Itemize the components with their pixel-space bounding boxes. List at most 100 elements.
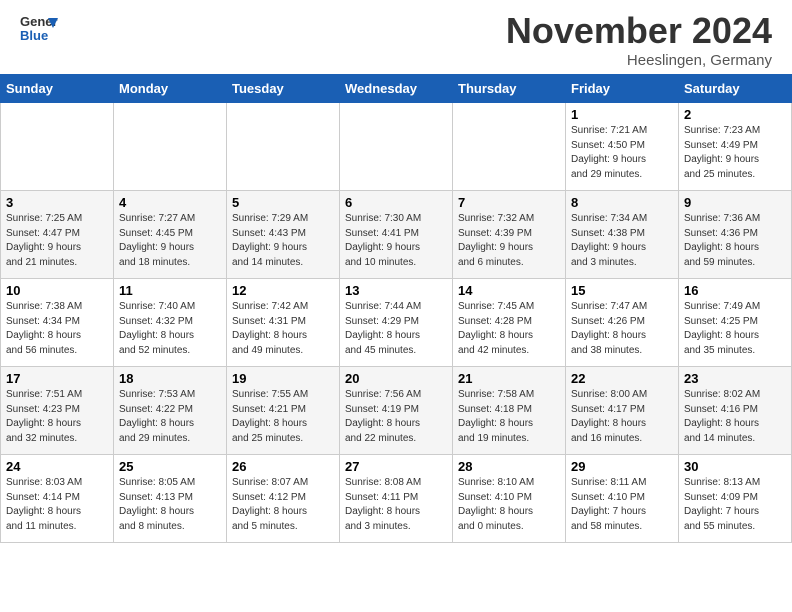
calendar-cell: 15 Sunrise: 7:47 AM Sunset: 4:26 PM Dayli…: [566, 279, 679, 367]
calendar-cell: 13 Sunrise: 7:44 AM Sunset: 4:29 PM Dayli…: [340, 279, 453, 367]
day-info: Sunrise: 8:03 AM Sunset: 4:14 PM Dayligh…: [6, 476, 108, 534]
weekday-header: Tuesday: [227, 75, 340, 103]
calendar-cell: 11 Sunrise: 7:40 AM Sunset: 4:32 PM Dayli…: [114, 279, 227, 367]
day-number: 29: [571, 459, 673, 474]
day-info: Sunrise: 7:47 AM Sunset: 4:26 PM Dayligh…: [571, 300, 673, 358]
weekday-header: Thursday: [453, 75, 566, 103]
day-info: Sunrise: 8:11 AM Sunset: 4:10 PM Dayligh…: [571, 476, 673, 534]
calendar-cell: 5 Sunrise: 7:29 AM Sunset: 4:43 PM Daylig…: [227, 191, 340, 279]
calendar-cell: 9 Sunrise: 7:36 AM Sunset: 4:36 PM Daylig…: [679, 191, 792, 279]
day-number: 25: [119, 459, 221, 474]
day-number: 22: [571, 371, 673, 386]
day-number: 8: [571, 195, 673, 210]
day-info: Sunrise: 7:51 AM Sunset: 4:23 PM Dayligh…: [6, 388, 108, 446]
day-number: 1: [571, 107, 673, 122]
day-info: Sunrise: 7:30 AM Sunset: 4:41 PM Dayligh…: [345, 212, 447, 270]
calendar-cell: [340, 103, 453, 191]
day-number: 18: [119, 371, 221, 386]
day-number: 16: [684, 283, 786, 298]
logo: General Blue: [20, 10, 58, 48]
calendar-cell: 24 Sunrise: 8:03 AM Sunset: 4:14 PM Dayli…: [1, 455, 114, 543]
day-info: Sunrise: 8:13 AM Sunset: 4:09 PM Dayligh…: [684, 476, 786, 534]
weekday-header: Friday: [566, 75, 679, 103]
svg-text:Blue: Blue: [20, 28, 48, 43]
day-info: Sunrise: 7:55 AM Sunset: 4:21 PM Dayligh…: [232, 388, 334, 446]
calendar-cell: 30 Sunrise: 8:13 AM Sunset: 4:09 PM Dayli…: [679, 455, 792, 543]
day-info: Sunrise: 7:36 AM Sunset: 4:36 PM Dayligh…: [684, 212, 786, 270]
weekday-header: Wednesday: [340, 75, 453, 103]
day-number: 2: [684, 107, 786, 122]
calendar-cell: 3 Sunrise: 7:25 AM Sunset: 4:47 PM Daylig…: [1, 191, 114, 279]
day-number: 3: [6, 195, 108, 210]
day-number: 28: [458, 459, 560, 474]
calendar-cell: 4 Sunrise: 7:27 AM Sunset: 4:45 PM Daylig…: [114, 191, 227, 279]
day-number: 6: [345, 195, 447, 210]
calendar-cell: 29 Sunrise: 8:11 AM Sunset: 4:10 PM Dayli…: [566, 455, 679, 543]
day-number: 4: [119, 195, 221, 210]
calendar-cell: 23Sunrise: 8:02 AM Sunset: 4:16 PM Dayli…: [679, 367, 792, 455]
day-info: Sunrise: 7:40 AM Sunset: 4:32 PM Dayligh…: [119, 300, 221, 358]
day-info: Sunrise: 7:53 AM Sunset: 4:22 PM Dayligh…: [119, 388, 221, 446]
day-info: Sunrise: 7:45 AM Sunset: 4:28 PM Dayligh…: [458, 300, 560, 358]
calendar-cell: 21 Sunrise: 7:58 AM Sunset: 4:18 PM Dayli…: [453, 367, 566, 455]
weekday-header: Monday: [114, 75, 227, 103]
day-number: 20: [345, 371, 447, 386]
title-section: November 2024 Heeslingen, Germany: [506, 10, 772, 69]
day-number: 5: [232, 195, 334, 210]
day-number: 30: [684, 459, 786, 474]
calendar-cell: 18 Sunrise: 7:53 AM Sunset: 4:22 PM Dayli…: [114, 367, 227, 455]
calendar-cell: [1, 103, 114, 191]
calendar-cell: 1 Sunrise: 7:21 AM Sunset: 4:50 PM Daylig…: [566, 103, 679, 191]
calendar-cell: [227, 103, 340, 191]
calendar-cell: 2 Sunrise: 7:23 AM Sunset: 4:49 PM Daylig…: [679, 103, 792, 191]
day-number: 24: [6, 459, 108, 474]
calendar-cell: 26Sunrise: 8:07 AM Sunset: 4:12 PM Dayli…: [227, 455, 340, 543]
day-number: 14: [458, 283, 560, 298]
day-info: Sunrise: 7:42 AM Sunset: 4:31 PM Dayligh…: [232, 300, 334, 358]
weekday-header: Saturday: [679, 75, 792, 103]
calendar-cell: 14 Sunrise: 7:45 AM Sunset: 4:28 PM Dayli…: [453, 279, 566, 367]
day-info: Sunrise: 7:49 AM Sunset: 4:25 PM Dayligh…: [684, 300, 786, 358]
day-info: Sunrise: 7:27 AM Sunset: 4:45 PM Dayligh…: [119, 212, 221, 270]
calendar-cell: 22 Sunrise: 8:00 AM Sunset: 4:17 PM Dayli…: [566, 367, 679, 455]
calendar-cell: 27 Sunrise: 8:08 AM Sunset: 4:11 PM Dayli…: [340, 455, 453, 543]
calendar-cell: 25 Sunrise: 8:05 AM Sunset: 4:13 PM Dayli…: [114, 455, 227, 543]
calendar-cell: 8 Sunrise: 7:34 AM Sunset: 4:38 PM Daylig…: [566, 191, 679, 279]
day-info: Sunrise: 8:07 AM Sunset: 4:12 PM Dayligh…: [232, 476, 334, 534]
logo-icon: General Blue: [20, 10, 58, 48]
day-info: Sunrise: 7:32 AM Sunset: 4:39 PM Dayligh…: [458, 212, 560, 270]
day-info: Sunrise: 7:34 AM Sunset: 4:38 PM Dayligh…: [571, 212, 673, 270]
calendar-cell: 20 Sunrise: 7:56 AM Sunset: 4:19 PM Dayli…: [340, 367, 453, 455]
calendar-cell: 17Sunrise: 7:51 AM Sunset: 4:23 PM Dayli…: [1, 367, 114, 455]
calendar-cell: 19Sunrise: 7:55 AM Sunset: 4:21 PM Dayli…: [227, 367, 340, 455]
day-info: Sunrise: 8:02 AM Sunset: 4:16 PM Dayligh…: [684, 388, 786, 446]
day-number: 7: [458, 195, 560, 210]
calendar-cell: [114, 103, 227, 191]
day-info: Sunrise: 8:00 AM Sunset: 4:17 PM Dayligh…: [571, 388, 673, 446]
calendar-cell: 16 Sunrise: 7:49 AM Sunset: 4:25 PM Dayli…: [679, 279, 792, 367]
calendar-cell: [453, 103, 566, 191]
day-info: Sunrise: 7:25 AM Sunset: 4:47 PM Dayligh…: [6, 212, 108, 270]
day-info: Sunrise: 7:29 AM Sunset: 4:43 PM Dayligh…: [232, 212, 334, 270]
day-number: 12: [232, 283, 334, 298]
day-number: 27: [345, 459, 447, 474]
day-info: Sunrise: 8:05 AM Sunset: 4:13 PM Dayligh…: [119, 476, 221, 534]
calendar-table: SundayMondayTuesdayWednesdayThursdayFrid…: [0, 74, 792, 543]
day-number: 21: [458, 371, 560, 386]
day-info: Sunrise: 7:44 AM Sunset: 4:29 PM Dayligh…: [345, 300, 447, 358]
day-info: Sunrise: 7:58 AM Sunset: 4:18 PM Dayligh…: [458, 388, 560, 446]
day-number: 11: [119, 283, 221, 298]
day-info: Sunrise: 7:38 AM Sunset: 4:34 PM Dayligh…: [6, 300, 108, 358]
day-number: 15: [571, 283, 673, 298]
calendar-cell: 7 Sunrise: 7:32 AM Sunset: 4:39 PM Daylig…: [453, 191, 566, 279]
day-number: 13: [345, 283, 447, 298]
day-info: Sunrise: 7:23 AM Sunset: 4:49 PM Dayligh…: [684, 124, 786, 182]
month-title: November 2024: [506, 10, 772, 52]
day-info: Sunrise: 8:08 AM Sunset: 4:11 PM Dayligh…: [345, 476, 447, 534]
day-info: Sunrise: 7:56 AM Sunset: 4:19 PM Dayligh…: [345, 388, 447, 446]
calendar-cell: 10Sunrise: 7:38 AM Sunset: 4:34 PM Dayli…: [1, 279, 114, 367]
header: General Blue November 2024 Heeslingen, G…: [0, 0, 792, 74]
day-number: 9: [684, 195, 786, 210]
calendar-cell: 12 Sunrise: 7:42 AM Sunset: 4:31 PM Dayli…: [227, 279, 340, 367]
day-info: Sunrise: 7:21 AM Sunset: 4:50 PM Dayligh…: [571, 124, 673, 182]
